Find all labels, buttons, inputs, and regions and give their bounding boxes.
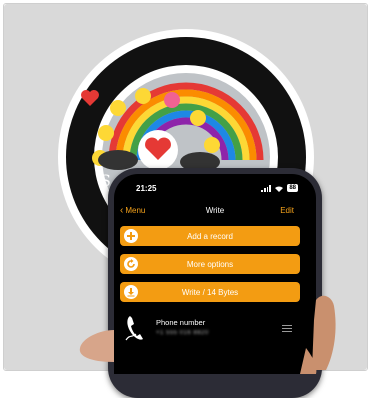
record-title: Phone number xyxy=(156,318,206,327)
refresh-icon xyxy=(124,257,138,271)
add-record-button[interactable]: Add a record xyxy=(120,226,300,246)
status-bar: 21:25 88 xyxy=(114,174,316,196)
navigation-bar: ‹ Menu Write Edit xyxy=(114,204,316,220)
battery-icon: 88 xyxy=(287,184,298,192)
drag-handle-icon[interactable] xyxy=(282,325,292,334)
phone-screen: 21:25 88 ‹ Menu Write Edit Add a record … xyxy=(114,174,316,374)
write-label: Write / 14 Bytes xyxy=(181,287,239,297)
download-icon xyxy=(124,285,138,299)
more-options-label: More options xyxy=(186,259,234,269)
plus-icon xyxy=(124,229,138,243)
status-icons: 88 xyxy=(261,184,298,192)
phone-icon xyxy=(125,316,143,341)
more-options-button[interactable]: More options xyxy=(120,254,300,274)
edit-button[interactable]: Edit xyxy=(280,206,294,215)
record-item[interactable]: Phone number +1 555 016 8820 xyxy=(114,310,316,350)
write-button[interactable]: Write / 14 Bytes xyxy=(120,282,300,302)
cloud-left xyxy=(98,150,138,170)
record-value: +1 555 016 8820 xyxy=(156,330,209,336)
signal-icon xyxy=(261,184,271,192)
wifi-icon xyxy=(275,185,284,192)
status-time: 21:25 xyxy=(136,184,157,193)
add-record-label: Add a record xyxy=(187,231,233,241)
